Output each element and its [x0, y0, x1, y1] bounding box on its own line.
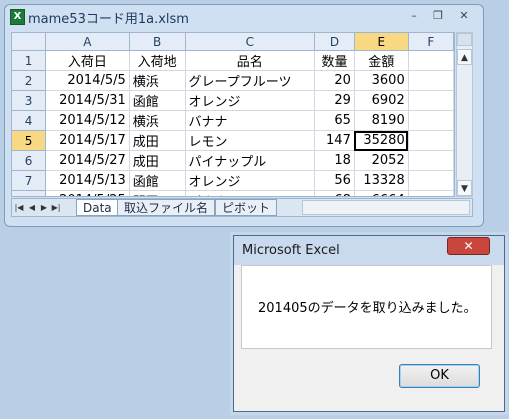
cell-d7[interactable]: 56	[314, 170, 355, 191]
cell-d8[interactable]: 68	[314, 190, 355, 196]
cell-a5[interactable]: 2014/5/17	[45, 130, 130, 151]
row-header[interactable]: 7	[12, 170, 47, 191]
horizontal-scrollbar[interactable]	[302, 200, 470, 215]
cell-c4[interactable]: バナナ	[185, 110, 316, 131]
column-header-b[interactable]: B	[129, 33, 186, 51]
worksheet-grid[interactable]: A B C D E F 1 入荷日 入荷地 品名 数量 金額 2 2014/5/5 横浜 グレープフルーツ 20…	[11, 32, 455, 197]
cell-f1[interactable]	[408, 50, 454, 71]
cell-f2[interactable]	[408, 70, 454, 91]
cell-e1[interactable]: 金額	[354, 50, 409, 71]
cell-a1[interactable]: 入荷日	[45, 50, 130, 71]
tab-data[interactable]: Data	[76, 199, 119, 216]
cell-f5[interactable]	[408, 130, 454, 151]
row-header[interactable]: 8	[12, 190, 47, 196]
last-sheet-icon[interactable]: ▶|	[50, 201, 62, 215]
table-row: 82014/5/25門司バナナ686664	[12, 190, 454, 196]
prev-sheet-icon[interactable]: ◀	[26, 201, 38, 215]
cell-a8[interactable]: 2014/5/25	[45, 190, 130, 196]
row-header[interactable]: 6	[12, 150, 47, 171]
tab-pivot[interactable]: ピボット	[215, 199, 278, 216]
cell-a3[interactable]: 2014/5/31	[45, 90, 130, 111]
cell-a6[interactable]: 2014/5/27	[45, 150, 130, 171]
ok-button[interactable]: OK	[399, 364, 480, 388]
dialog-title: Microsoft Excel	[242, 243, 340, 258]
row-header[interactable]: 2	[12, 70, 47, 91]
cell-f6[interactable]	[408, 150, 454, 171]
select-all-corner[interactable]	[12, 33, 47, 51]
row-header[interactable]: 1	[12, 50, 47, 71]
column-header-f[interactable]: F	[408, 33, 454, 51]
table-row: 5 2014/5/17 成田 レモン 147 35280	[12, 130, 454, 151]
row-header[interactable]: 5	[12, 130, 47, 151]
column-header-d[interactable]: D	[314, 33, 355, 51]
table-row: 6 2014/5/27 成田 パイナップル 18 2052	[12, 150, 454, 171]
restore-button[interactable]: ❐	[428, 10, 448, 24]
row-header[interactable]: 4	[12, 110, 47, 131]
cell-f4[interactable]	[408, 110, 454, 131]
table-row: 7 2014/5/13 函館 オレンジ 56 13328	[12, 170, 454, 191]
cell-f7[interactable]	[408, 170, 454, 191]
cell-a4[interactable]: 2014/5/12	[45, 110, 130, 131]
table-row: 2 2014/5/5 横浜 グレープフルーツ 20 3600	[12, 70, 454, 91]
cell-b6[interactable]: 成田	[129, 150, 186, 171]
cell-a7[interactable]: 2014/5/13	[45, 170, 130, 191]
split-handle[interactable]	[457, 33, 472, 46]
column-header-e[interactable]: E	[354, 33, 409, 51]
next-sheet-icon[interactable]: ▶	[38, 201, 50, 215]
cell-c2[interactable]: グレープフルーツ	[185, 70, 316, 91]
cell-d6[interactable]: 18	[314, 150, 355, 171]
cell-e5[interactable]: 35280	[354, 130, 409, 151]
row-header[interactable]: 3	[12, 90, 47, 111]
cell-a2[interactable]: 2014/5/5	[45, 70, 130, 91]
table-row: 3 2014/5/31 函館 オレンジ 29 6902	[12, 90, 454, 111]
cell-d2[interactable]: 20	[314, 70, 355, 91]
cell-b1[interactable]: 入荷地	[129, 50, 186, 71]
cell-c7[interactable]: オレンジ	[185, 170, 316, 191]
workbook-title: mame53コード用1a.xlsm	[28, 12, 189, 27]
cell-b5[interactable]: 成田	[129, 130, 186, 151]
cell-e3[interactable]: 6902	[354, 90, 409, 111]
cell-d4[interactable]: 65	[314, 110, 355, 131]
close-button[interactable]: ✕	[454, 10, 474, 24]
table-header-row: 1 入荷日 入荷地 品名 数量 金額	[12, 50, 454, 71]
minimize-button[interactable]: –	[404, 10, 424, 24]
cell-d1[interactable]: 数量	[314, 50, 355, 71]
cell-b7[interactable]: 函館	[129, 170, 186, 191]
cell-f3[interactable]	[408, 90, 454, 111]
cell-c3[interactable]: オレンジ	[185, 90, 316, 111]
column-header-a[interactable]: A	[45, 33, 130, 51]
cell-b3[interactable]: 函館	[129, 90, 186, 111]
cell-b4[interactable]: 横浜	[129, 110, 186, 131]
column-header-c[interactable]: C	[185, 33, 316, 51]
cell-e4[interactable]: 8190	[354, 110, 409, 131]
cell-e2[interactable]: 3600	[354, 70, 409, 91]
table-row: 4 2014/5/12 横浜 バナナ 65 8190	[12, 110, 454, 131]
excel-icon: X	[10, 9, 25, 25]
cell-d5[interactable]: 147	[314, 130, 355, 151]
first-sheet-icon[interactable]: |◀	[13, 201, 25, 215]
tab-import-filename[interactable]: 取込ファイル名	[117, 199, 216, 216]
scroll-down-arrow-icon[interactable]: ▼	[457, 180, 472, 196]
cell-b8[interactable]: 門司	[129, 190, 186, 196]
cell-c1[interactable]: 品名	[185, 50, 316, 71]
cell-e8[interactable]: 6664	[354, 190, 409, 196]
cell-c5[interactable]: レモン	[185, 130, 316, 151]
cell-c6[interactable]: パイナップル	[185, 150, 316, 171]
dialog-message: 201405のデータを取り込みました。	[258, 301, 477, 316]
cell-b2[interactable]: 横浜	[129, 70, 186, 91]
cell-c8[interactable]: バナナ	[185, 190, 316, 196]
cell-d3[interactable]: 29	[314, 90, 355, 111]
cell-e6[interactable]: 2052	[354, 150, 409, 171]
worksheet-table: A B C D E F 1 入荷日 入荷地 品名 数量 金額 2 2014/5/5 横浜 グレープフルーツ 20…	[12, 33, 454, 196]
scroll-up-arrow-icon[interactable]: ▲	[457, 49, 472, 65]
dialog-close-icon[interactable]: ✕	[447, 237, 490, 255]
cell-f8[interactable]	[408, 190, 454, 196]
column-header-row: ABCDEF	[12, 33, 454, 51]
cell-e7[interactable]: 13328	[354, 170, 409, 191]
